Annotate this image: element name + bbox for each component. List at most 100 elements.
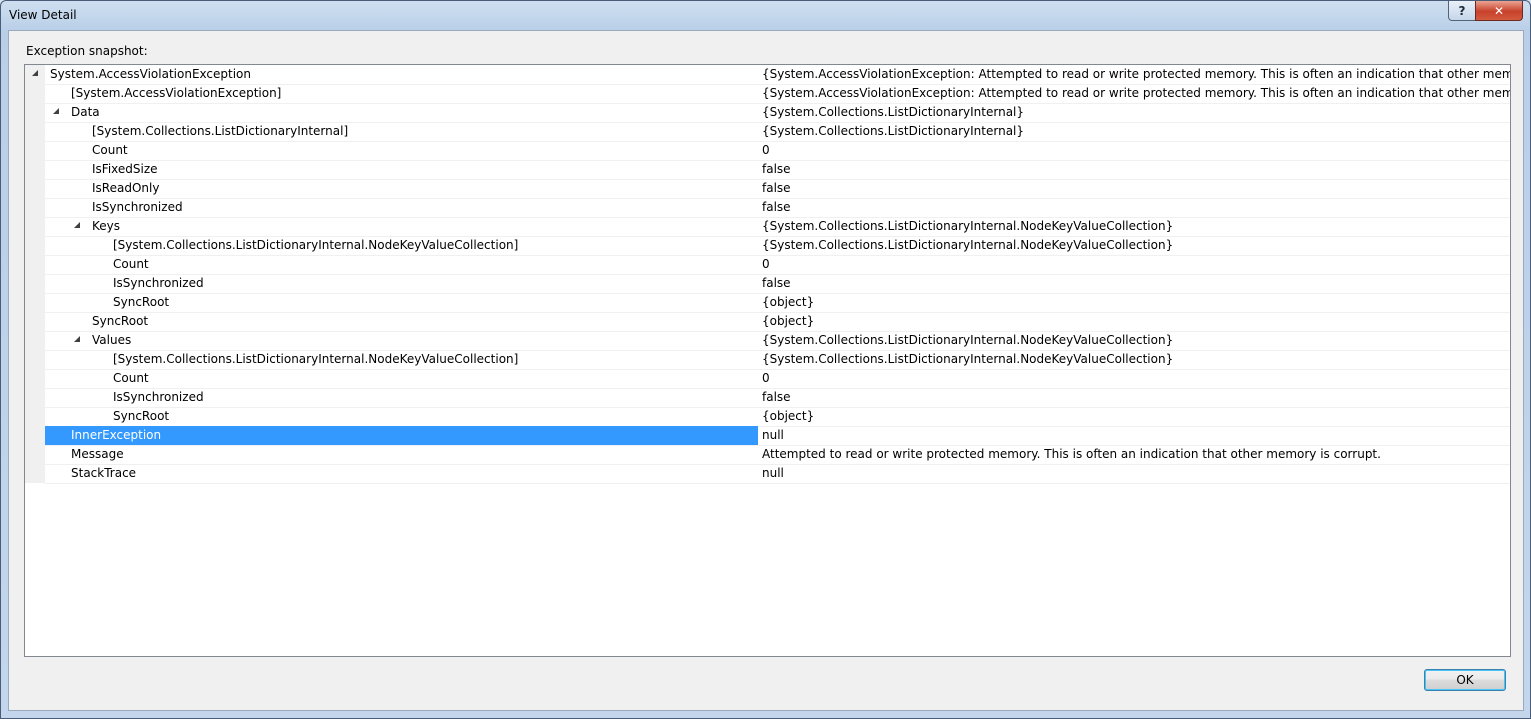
property-row[interactable]: IsSynchronized false	[45, 388, 1510, 408]
exception-property-grid[interactable]: System.AccessViolationException {System.A…	[24, 64, 1511, 657]
property-value: {System.Collections.ListDictionaryIntern…	[762, 124, 1025, 138]
property-name-cell[interactable]: Values	[45, 331, 758, 350]
property-value: false	[762, 162, 791, 176]
property-row[interactable]: Values {System.Collections.ListDictionary…	[45, 331, 1510, 351]
collapse-triangle-icon[interactable]	[74, 336, 80, 342]
property-row[interactable]: [System.Collections.ListDictionaryIntern…	[45, 236, 1510, 256]
property-name-cell[interactable]: IsFixedSize	[45, 160, 758, 179]
property-value: null	[762, 466, 784, 480]
property-row[interactable]: Count 0	[45, 369, 1510, 389]
property-name: StackTrace	[71, 466, 137, 480]
ok-button[interactable]: OK	[1424, 669, 1506, 691]
property-row[interactable]: InnerException null	[45, 426, 1510, 446]
collapse-triangle-icon[interactable]	[32, 70, 38, 76]
property-value: null	[762, 428, 784, 442]
window-title: View Detail	[9, 8, 77, 22]
property-name-cell[interactable]: Keys	[45, 217, 758, 236]
property-row[interactable]: SyncRoot {object}	[45, 293, 1510, 313]
property-name-cell[interactable]: System.AccessViolationException	[32, 65, 758, 84]
property-row[interactable]: IsFixedSize false	[45, 160, 1510, 180]
property-name: Count	[92, 143, 128, 157]
property-row[interactable]: [System.AccessViolationException] {System…	[45, 84, 1510, 104]
property-value: 0	[762, 257, 770, 271]
title-bar[interactable]: View Detail ? ✕	[1, 1, 1530, 29]
property-row[interactable]: Count 0	[45, 141, 1510, 161]
property-row[interactable]: Count 0	[45, 255, 1510, 275]
property-name: IsSynchronized	[92, 200, 183, 214]
property-row[interactable]: IsReadOnly false	[45, 179, 1510, 199]
collapse-triangle-icon[interactable]	[53, 108, 59, 114]
property-value: false	[762, 181, 791, 195]
property-name-cell[interactable]: SyncRoot	[45, 293, 758, 312]
property-row[interactable]: Keys {System.Collections.ListDictionaryIn…	[45, 217, 1510, 237]
property-value: {object}	[762, 409, 815, 423]
property-row[interactable]: StackTrace null	[45, 464, 1510, 484]
property-name: Count	[113, 371, 149, 385]
property-row[interactable]: SyncRoot {object}	[45, 407, 1510, 427]
property-value: false	[762, 276, 791, 290]
property-row[interactable]: System.AccessViolationException {System.A…	[32, 65, 1511, 85]
property-row[interactable]: Data {System.Collections.ListDictionaryIn…	[45, 103, 1510, 123]
property-value: {System.AccessViolationException: Attemp…	[762, 86, 1511, 100]
property-value: {System.Collections.ListDictionaryIntern…	[762, 333, 1174, 347]
property-name: IsSynchronized	[113, 276, 204, 290]
property-name-cell[interactable]: Data	[45, 103, 758, 122]
property-value: Attempted to read or write protected mem…	[762, 447, 1381, 461]
property-name-cell[interactable]: Count	[45, 141, 758, 160]
property-name: SyncRoot	[92, 314, 149, 328]
property-value: {object}	[762, 295, 815, 309]
property-name: IsSynchronized	[113, 390, 204, 404]
collapse-triangle-icon[interactable]	[74, 222, 80, 228]
property-row[interactable]: [System.Collections.ListDictionaryIntern…	[45, 350, 1510, 370]
property-value: false	[762, 390, 791, 404]
property-row[interactable]: SyncRoot {object}	[45, 312, 1510, 332]
dialog-client-area: Exception snapshot: System.AccessViolati…	[8, 30, 1524, 711]
grid-gutter	[25, 65, 45, 483]
property-name: [System.AccessViolationException]	[71, 86, 282, 100]
property-name-cell[interactable]: Count	[45, 255, 758, 274]
property-row[interactable]: IsSynchronized false	[45, 274, 1510, 294]
exception-snapshot-label: Exception snapshot:	[26, 44, 148, 58]
property-name-cell[interactable]: IsReadOnly	[45, 179, 758, 198]
property-name: IsFixedSize	[92, 162, 158, 176]
property-value: {System.Collections.ListDictionaryIntern…	[762, 105, 1025, 119]
property-value: {System.AccessViolationException: Attemp…	[762, 67, 1511, 81]
property-name: System.AccessViolationException	[50, 67, 251, 81]
property-value: {System.Collections.ListDictionaryIntern…	[762, 219, 1174, 233]
property-name: [System.Collections.ListDictionaryIntern…	[113, 238, 519, 252]
property-name-cell[interactable]: SyncRoot	[45, 407, 758, 426]
property-name-cell[interactable]: [System.Collections.ListDictionaryIntern…	[45, 236, 758, 255]
property-name-cell[interactable]: SyncRoot	[45, 312, 758, 331]
property-name-cell[interactable]: StackTrace	[45, 464, 758, 483]
property-value: false	[762, 200, 791, 214]
help-button[interactable]: ?	[1448, 1, 1476, 21]
property-name: InnerException	[71, 428, 162, 442]
property-row[interactable]: [System.Collections.ListDictionaryIntern…	[45, 122, 1510, 142]
property-name: SyncRoot	[113, 295, 170, 309]
property-value: 0	[762, 371, 770, 385]
property-row[interactable]: IsSynchronized false	[45, 198, 1510, 218]
property-name-cell[interactable]: Message	[45, 445, 758, 464]
property-name-cell[interactable]: IsSynchronized	[45, 198, 758, 217]
property-name: Message	[71, 447, 124, 461]
property-name-cell[interactable]: [System.AccessViolationException]	[45, 84, 758, 103]
view-detail-window: View Detail ? ✕ Exception snapshot: Syst…	[0, 0, 1531, 719]
property-name-cell[interactable]: [System.Collections.ListDictionaryIntern…	[45, 122, 758, 141]
property-value: {object}	[762, 314, 815, 328]
property-name-cell[interactable]: IsSynchronized	[45, 274, 758, 293]
property-name: [System.Collections.ListDictionaryIntern…	[113, 352, 519, 366]
property-name-cell[interactable]: [System.Collections.ListDictionaryIntern…	[45, 350, 758, 369]
property-name: [System.Collections.ListDictionaryIntern…	[92, 124, 349, 138]
property-name: Values	[92, 333, 132, 347]
close-button[interactable]: ✕	[1475, 1, 1523, 21]
property-value: {System.Collections.ListDictionaryIntern…	[762, 238, 1174, 252]
property-name-cell[interactable]: InnerException	[45, 426, 758, 445]
property-value: {System.Collections.ListDictionaryIntern…	[762, 352, 1174, 366]
property-name-cell[interactable]: Count	[45, 369, 758, 388]
property-name: Count	[113, 257, 149, 271]
property-name: SyncRoot	[113, 409, 170, 423]
property-name: Keys	[92, 219, 121, 233]
property-name-cell[interactable]: IsSynchronized	[45, 388, 758, 407]
property-name: Data	[71, 105, 100, 119]
property-row[interactable]: Message Attempted to read or write protec…	[45, 445, 1510, 465]
